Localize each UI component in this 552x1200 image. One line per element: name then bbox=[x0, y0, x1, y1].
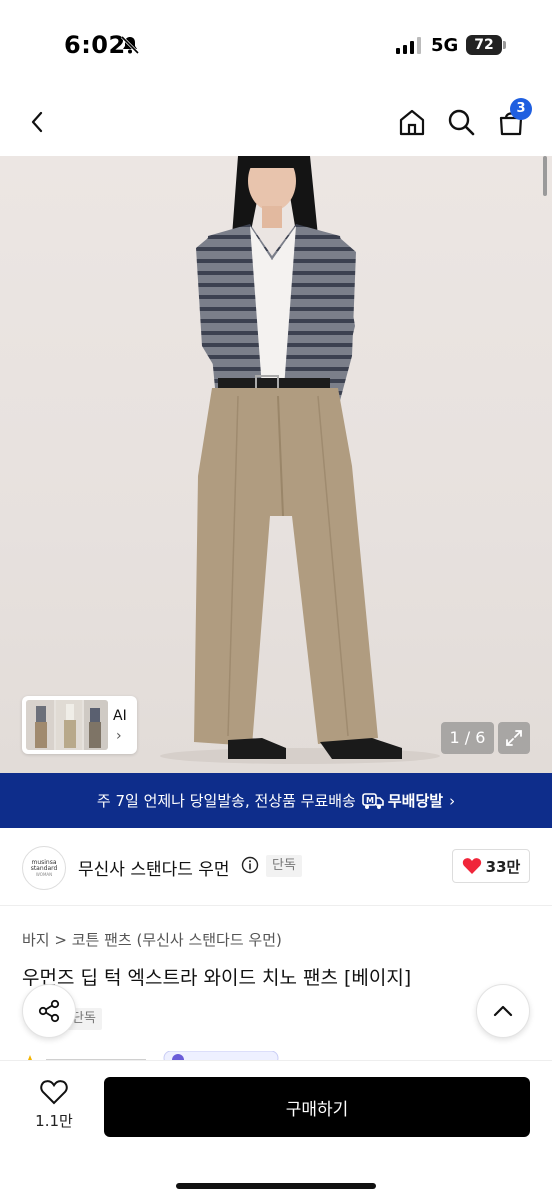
exclusive-tag: 단독 bbox=[266, 855, 302, 877]
home-icon bbox=[399, 109, 425, 136]
delivery-banner[interactable]: 주 7일 언제나 당일발송, 전상품 무료배송 M 무배당발 › bbox=[0, 773, 552, 828]
chevron-up-icon bbox=[493, 1005, 513, 1017]
product-image-carousel[interactable]: AI › 1 / 6 bbox=[0, 156, 552, 773]
wishlist-count: 1.1만 bbox=[35, 1112, 73, 1130]
home-indicator bbox=[176, 1183, 376, 1189]
brand-like-button[interactable]: 33만 bbox=[452, 849, 530, 883]
info-icon[interactable] bbox=[241, 856, 259, 874]
heart-icon bbox=[40, 1080, 68, 1105]
brand-row[interactable]: musinsa standard WOMAN 무신사 스탠다드 우먼 단독 33… bbox=[0, 828, 552, 906]
signal-icon bbox=[396, 36, 421, 54]
expand-icon bbox=[506, 730, 522, 746]
heart-filled-icon bbox=[462, 858, 481, 874]
breadcrumb[interactable]: 바지 > 코튼 팬츠 (무신사 스탠다드 우먼) bbox=[22, 929, 282, 950]
cart-button[interactable]: 3 bbox=[491, 98, 532, 142]
search-icon bbox=[448, 109, 475, 136]
home-button[interactable] bbox=[392, 102, 432, 142]
delivery-truck-icon: M bbox=[362, 792, 384, 809]
same-day-delivery-badge: M 무배당발 bbox=[362, 790, 443, 811]
brand-logo[interactable]: musinsa standard WOMAN bbox=[22, 846, 66, 890]
product-title: 우먼즈 딥 턱 엑스트라 와이드 치노 팬츠 [베이지] bbox=[22, 967, 412, 989]
expand-button[interactable] bbox=[498, 722, 530, 754]
buy-button[interactable]: 구매하기 bbox=[104, 1077, 530, 1137]
brand-name[interactable]: 무신사 스탠다드 우먼 bbox=[78, 855, 230, 880]
svg-text:M: M bbox=[366, 796, 374, 805]
share-button[interactable] bbox=[22, 984, 76, 1038]
brand-logo-line3: WOMAN bbox=[35, 871, 53, 877]
chevron-right-icon: › bbox=[449, 791, 456, 810]
bell-off-icon bbox=[120, 35, 140, 55]
chevron-left-icon bbox=[31, 111, 43, 133]
share-icon bbox=[38, 999, 60, 1023]
back-button[interactable] bbox=[18, 102, 58, 142]
top-nav: 3 bbox=[0, 90, 552, 156]
status-bar: 6:02 5G 72 bbox=[0, 0, 552, 90]
status-time: 6:02 bbox=[64, 31, 126, 59]
search-button[interactable] bbox=[441, 102, 481, 142]
wishlist-button[interactable]: 1.1만 bbox=[26, 1078, 82, 1138]
thumbnail-strip bbox=[26, 700, 108, 750]
ai-label: AI bbox=[113, 708, 127, 724]
network-type: 5G bbox=[431, 35, 459, 56]
product-photo bbox=[160, 156, 440, 764]
image-counter: 1 / 6 bbox=[441, 722, 494, 754]
scroll-indicator bbox=[543, 156, 547, 196]
bottom-purchase-bar: 1.1만 구매하기 bbox=[0, 1060, 552, 1200]
service-label: 무배당발 bbox=[387, 792, 444, 810]
brand-like-count: 33만 bbox=[485, 857, 521, 876]
thumbnail-images bbox=[26, 700, 108, 750]
cart-count-badge: 3 bbox=[510, 98, 532, 120]
battery-icon: 72 bbox=[466, 35, 502, 55]
chevron-right-icon: › bbox=[116, 728, 122, 744]
ai-similar-card[interactable]: AI › bbox=[22, 696, 137, 754]
banner-text: 주 7일 언제나 당일발송, 전상품 무료배송 bbox=[96, 792, 356, 810]
scroll-top-button[interactable] bbox=[476, 984, 530, 1038]
battery-tip bbox=[503, 41, 506, 49]
